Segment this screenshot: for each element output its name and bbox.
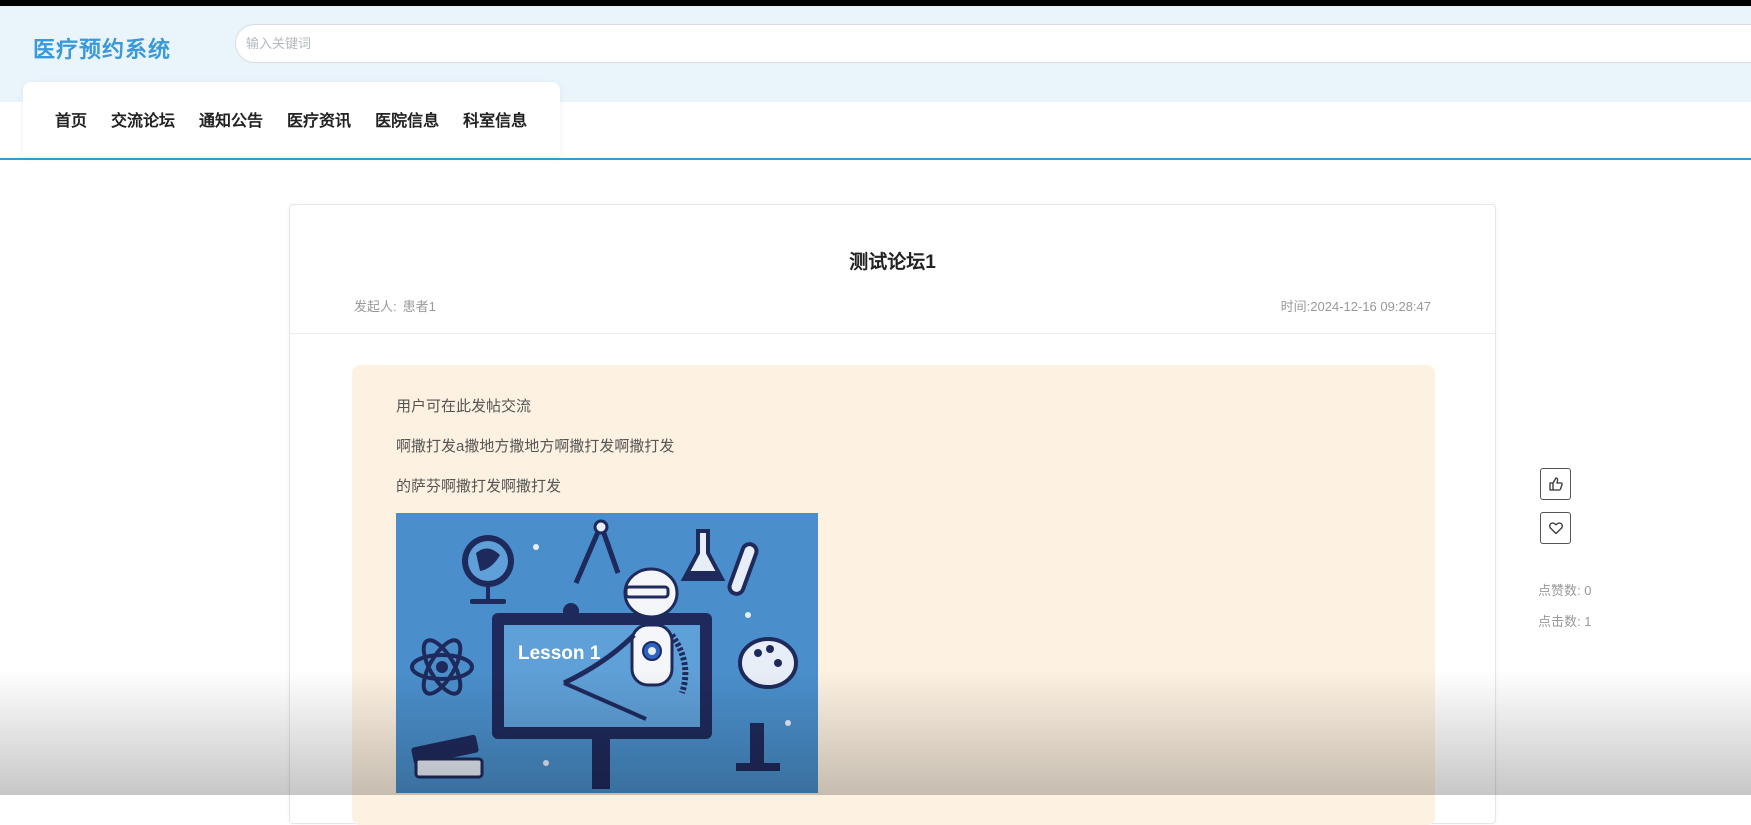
post-image: Lesson 1 [396,513,818,793]
content-paragraph: 啊撒打发a撒地方撒地方啊撒打发啊撒打发 [396,438,675,455]
clicks-count: 1 [1584,614,1592,629]
post-content: 用户可在此发帖交流 啊撒打发a撒地方撒地方啊撒打发啊撒打发 的萨芬啊撒打发啊撒打… [352,365,1435,825]
nav-item-notices[interactable]: 通知公告 [199,107,263,131]
content-paragraph: 用户可在此发帖交流 [396,398,532,415]
clicks-label: 点击数: [1538,614,1581,629]
robot-teacher-illustration: Lesson 1 [396,513,818,793]
nav-item-hospitals[interactable]: 医院信息 [375,107,439,131]
author-label: 发起人: [354,299,397,314]
content-paragraph: 的萨芬啊撒打发啊撒打发 [396,478,562,495]
nav-item-departments[interactable]: 科室信息 [463,107,527,131]
search-input[interactable] [235,24,1751,63]
post-title: 测试论坛1 [849,252,936,273]
likes-label: 点赞数: [1538,583,1581,598]
site-logo[interactable]: 医疗预约系统 [33,32,171,64]
nav-item-home[interactable]: 首页 [55,107,87,131]
nav-item-forum[interactable]: 交流论坛 [111,107,175,131]
main-nav: 首页 交流论坛 通知公告 医疗资讯 医院信息 科室信息 [23,82,560,156]
post-card: 测试论坛1 发起人: 患者1 时间:2024-12-16 09:28:47 用户… [289,204,1496,825]
post-author-meta: 发起人: 患者1 [354,296,436,315]
side-actions [1540,468,1571,544]
post-time-meta: 时间:2024-12-16 09:28:47 [1281,296,1431,315]
likes-count: 0 [1584,583,1592,598]
post-stats: 点赞数: 0 点击数: 1 [1538,575,1591,637]
image-caption: Lesson 1 [518,643,601,664]
post-time: 2024-12-16 09:28:47 [1310,299,1431,314]
divider [290,333,1495,334]
like-button[interactable] [1540,468,1571,500]
time-label: 时间: [1280,299,1311,314]
favorite-button[interactable] [1540,512,1571,544]
heart-icon [1548,522,1563,535]
nav-item-news[interactable]: 医疗资讯 [287,107,351,131]
thumbs-up-icon [1548,477,1563,491]
clicks-count-row: 点击数: 1 [1538,606,1591,637]
author-name: 患者1 [402,299,436,314]
likes-count-row: 点赞数: 0 [1538,575,1591,606]
